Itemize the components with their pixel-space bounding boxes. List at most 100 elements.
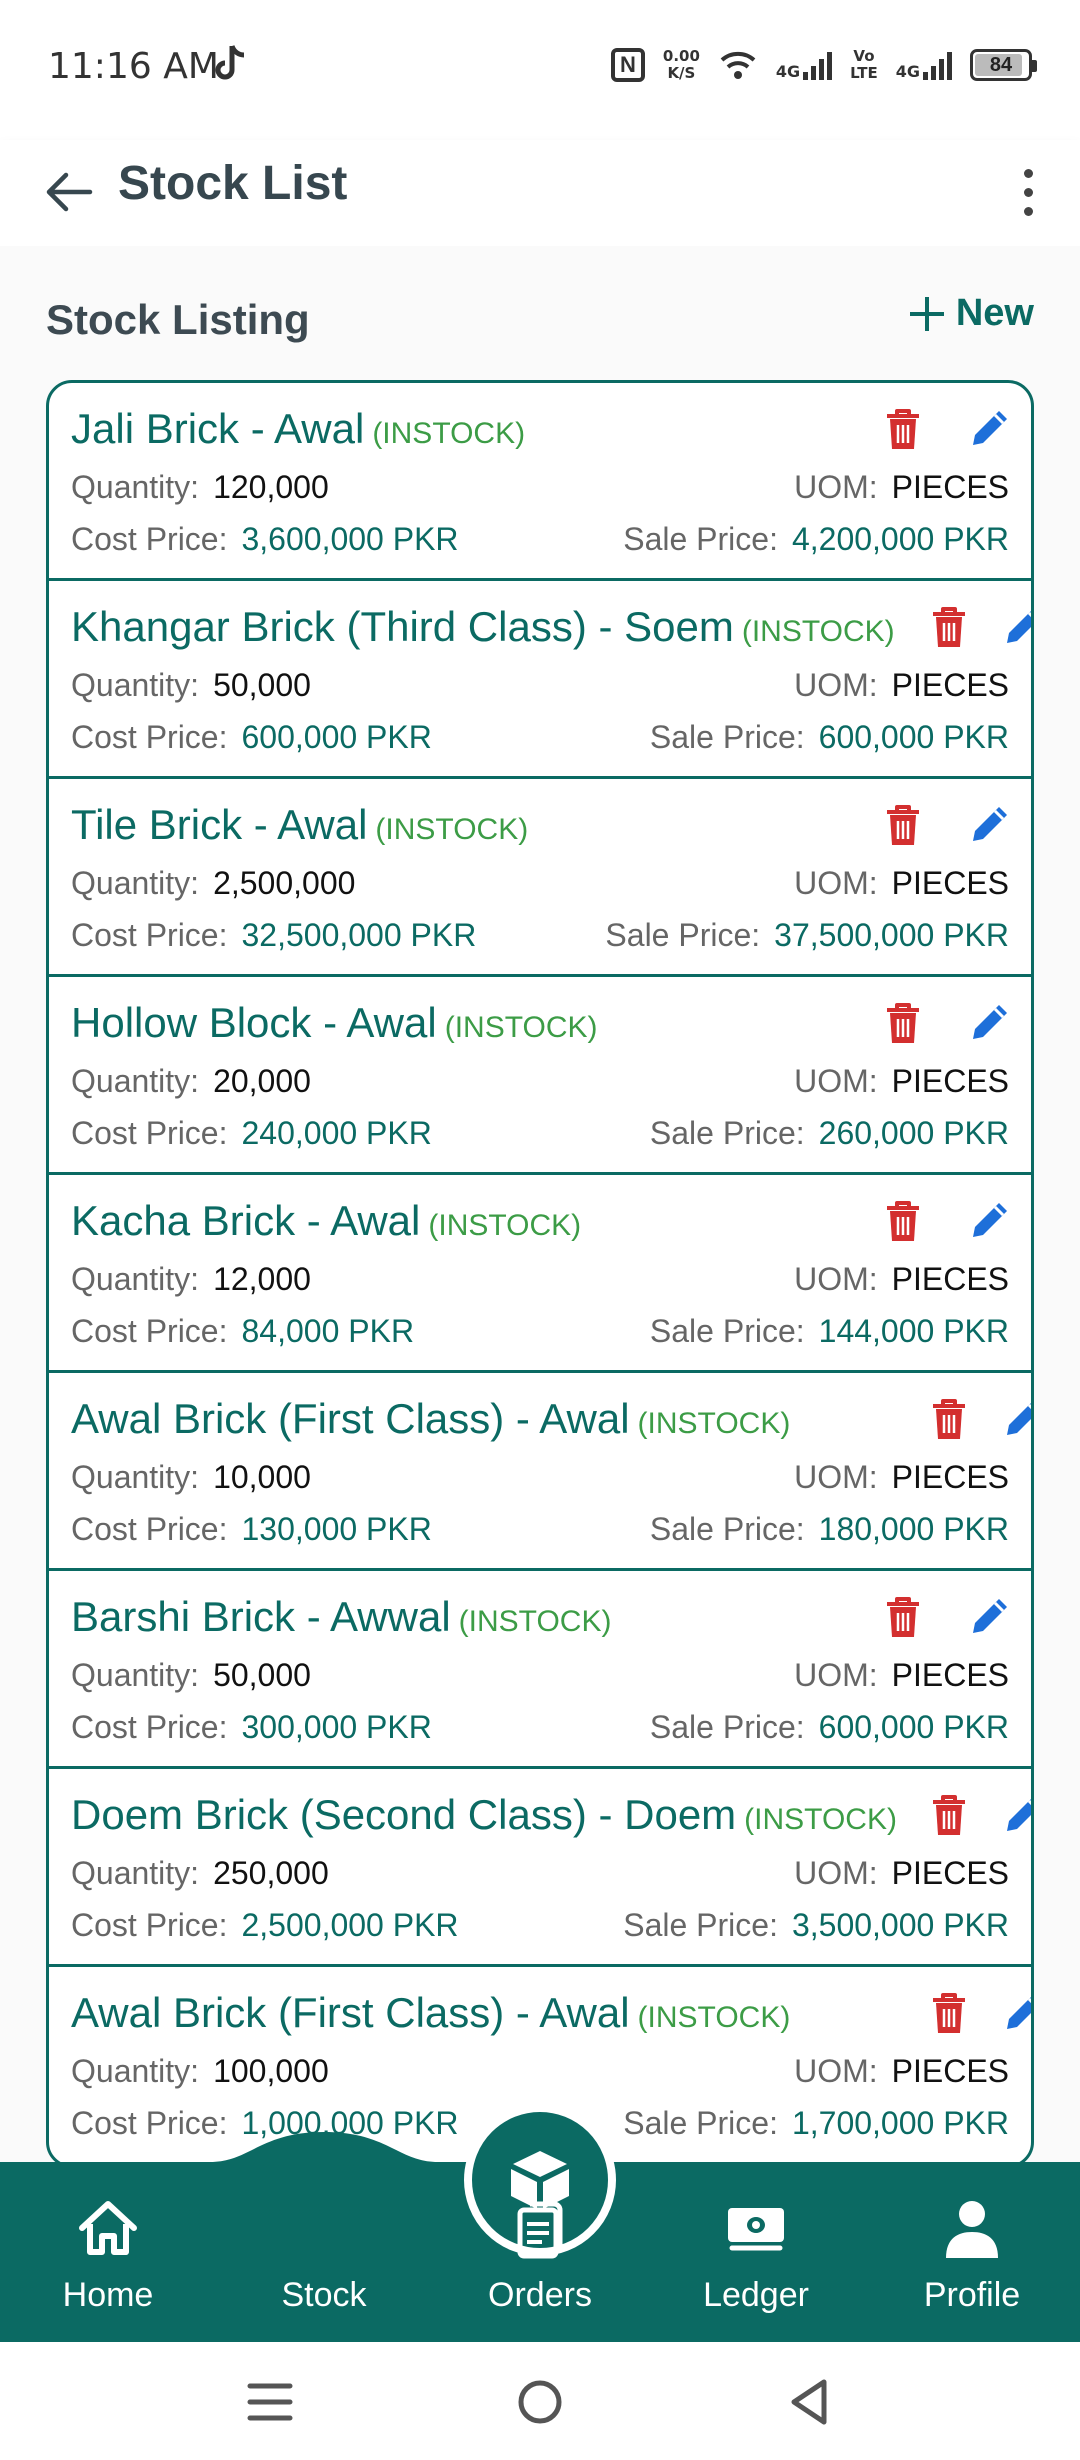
network-speed: 0.00 K/S <box>663 48 700 82</box>
delete-trash-icon[interactable] <box>929 1793 969 1837</box>
uom-value: PIECES <box>891 1063 1009 1099</box>
uom-value: PIECES <box>891 2053 1009 2089</box>
item-title: Barshi Brick - Awwal <box>71 1593 451 1640</box>
speed-value: 0.00 <box>662 47 700 65</box>
item-name: Jali Brick - Awal (INSTOCK) <box>71 405 525 453</box>
net-type-1: 4G <box>775 62 801 81</box>
cost-price-label: Cost Price: <box>71 1313 228 1349</box>
cost-price-label: Cost Price: <box>71 1709 228 1745</box>
status-bar: 11:16 AM N 0.00 K/S 4G Vo LTE 4G 84 <box>0 0 1080 140</box>
tiktok-icon <box>215 45 245 80</box>
sale-price-value: 4,200,000 PKR <box>791 521 1009 557</box>
quantity-value: 2,500,000 <box>213 865 356 901</box>
battery-icon: 84 <box>970 49 1037 81</box>
stock-status-badge: (INSTOCK) <box>375 813 529 846</box>
volte-bottom: LTE <box>850 64 878 82</box>
uom-value: PIECES <box>891 1855 1009 1891</box>
uom-label: UOM: <box>794 667 878 703</box>
edit-pencil-icon[interactable] <box>967 999 1013 1045</box>
item-name: Barshi Brick - Awwal (INSTOCK) <box>71 1593 611 1641</box>
edit-pencil-icon[interactable] <box>1001 1791 1034 1837</box>
sale-price-label: Sale Price: <box>649 1313 805 1349</box>
nav-label: Home <box>62 2276 154 2314</box>
stock-status-badge: (INSTOCK) <box>637 1407 791 1440</box>
delete-trash-icon[interactable] <box>929 1991 969 2035</box>
cost-price-value: 300,000 PKR <box>241 1709 432 1745</box>
nav-profile[interactable]: Profile <box>864 2162 1080 2342</box>
stock-item[interactable]: Tile Brick - Awal (INSTOCK) Quantity: 2,500… <box>49 779 1031 977</box>
quantity-row: Quantity: 120,000 UOM: PIECES <box>71 469 1009 506</box>
nav-stock[interactable]: Stock <box>216 2104 616 2342</box>
edit-pencil-icon[interactable] <box>967 1197 1013 1243</box>
delete-trash-icon[interactable] <box>883 803 923 847</box>
delete-trash-icon[interactable] <box>883 407 923 451</box>
plus-icon <box>909 296 944 331</box>
uom-label: UOM: <box>794 469 878 505</box>
recent-apps-icon[interactable] <box>240 2372 300 2432</box>
stock-item[interactable]: Doem Brick (Second Class) - Doem (INSTOCK… <box>49 1769 1031 1967</box>
sale-price-value: 37,500,000 PKR <box>774 917 1009 953</box>
item-title: Kacha Brick - Awal <box>71 1197 421 1244</box>
uom-label: UOM: <box>794 1855 878 1891</box>
signal-2: 4G <box>896 50 952 80</box>
clipboard-icon <box>517 2201 563 2259</box>
stock-item[interactable]: Khangar Brick (Third Class) - Soem (INSTO… <box>49 581 1031 779</box>
nav-home[interactable]: Home <box>0 2162 216 2342</box>
uom-value: PIECES <box>891 469 1009 505</box>
edit-pencil-icon[interactable] <box>967 801 1013 847</box>
nav-label: Ledger <box>703 2276 809 2314</box>
cost-price-label: Cost Price: <box>71 1907 228 1943</box>
stock-item[interactable]: Jali Brick - Awal (INSTOCK) Quantity: 120,0… <box>49 383 1031 581</box>
item-name: Kacha Brick - Awal (INSTOCK) <box>71 1197 581 1245</box>
delete-trash-icon[interactable] <box>929 1397 969 1441</box>
nav-ledger[interactable]: Ledger <box>648 2162 864 2342</box>
uom-label: UOM: <box>794 1459 878 1495</box>
uom-value: PIECES <box>891 667 1009 703</box>
stock-item[interactable]: Barshi Brick - Awwal (INSTOCK) Quantity: 50… <box>49 1571 1031 1769</box>
stock-item[interactable]: Hollow Block - Awal (INSTOCK) Quantity: 20,… <box>49 977 1031 1175</box>
stock-item[interactable]: Kacha Brick - Awal (INSTOCK) Quantity: 12,0… <box>49 1175 1031 1373</box>
stock-item[interactable]: Awal Brick (First Class) - Awal (INSTOCK)… <box>49 1373 1031 1571</box>
edit-pencil-icon[interactable] <box>1001 603 1034 649</box>
delete-trash-icon[interactable] <box>883 1199 923 1243</box>
edit-pencil-icon[interactable] <box>967 405 1013 451</box>
quantity-row: Quantity: 2,500,000 UOM: PIECES <box>71 865 1009 902</box>
back-triangle-icon[interactable] <box>780 2372 840 2432</box>
quantity-label: Quantity: <box>71 469 200 505</box>
quantity-row: Quantity: 50,000 UOM: PIECES <box>71 1657 1009 1694</box>
sale-price-label: Sale Price: <box>623 2105 778 2141</box>
quantity-value: 10,000 <box>213 1459 311 1495</box>
delete-trash-icon[interactable] <box>883 1595 923 1639</box>
sale-price-value: 1,700,000 PKR <box>791 2105 1009 2141</box>
delete-trash-icon[interactable] <box>883 1001 923 1045</box>
edit-pencil-icon[interactable] <box>967 1593 1013 1639</box>
cost-price-label: Cost Price: <box>71 521 228 557</box>
quantity-value: 120,000 <box>213 469 329 505</box>
delete-trash-icon[interactable] <box>929 605 969 649</box>
item-title: Hollow Block - Awal <box>71 999 437 1046</box>
nav-orders[interactable]: Orders <box>432 2162 648 2342</box>
item-title: Tile Brick - Awal <box>71 801 368 848</box>
stock-list: Jali Brick - Awal (INSTOCK) Quantity: 120,0… <box>46 380 1034 2162</box>
stock-status-badge: (INSTOCK) <box>444 1011 598 1044</box>
stock-status-badge: (INSTOCK) <box>637 2001 791 2034</box>
bottom-navigation: Home Stock Orders Ledger Profile <box>0 2104 1080 2342</box>
volte-top: Vo <box>853 47 875 65</box>
quantity-label: Quantity: <box>71 2053 200 2089</box>
sale-price-label: Sale Price: <box>649 719 805 755</box>
home-circle-icon[interactable] <box>510 2372 570 2432</box>
sale-price-value: 180,000 PKR <box>818 1511 1009 1547</box>
back-arrow-icon[interactable] <box>40 162 100 222</box>
price-row: Cost Price: 32,500,000 PKR Sale Price: 37,5… <box>71 917 1009 954</box>
uom-value: PIECES <box>891 865 1009 901</box>
system-navigation-bar <box>0 2342 1080 2460</box>
edit-pencil-icon[interactable] <box>1001 1395 1034 1441</box>
edit-pencil-icon[interactable] <box>1001 1989 1034 2035</box>
more-options-icon[interactable] <box>1004 152 1052 232</box>
item-name: Khangar Brick (Third Class) - Soem (INSTO… <box>71 603 895 651</box>
stock-status-badge: (INSTOCK) <box>744 1803 897 1836</box>
item-name: Awal Brick (First Class) - Awal (INSTOCK) <box>71 1395 790 1443</box>
quantity-row: Quantity: 250,000 UOM: PIECES <box>71 1855 1009 1892</box>
home-icon <box>79 2201 137 2255</box>
new-stock-button[interactable]: New <box>909 292 1034 335</box>
